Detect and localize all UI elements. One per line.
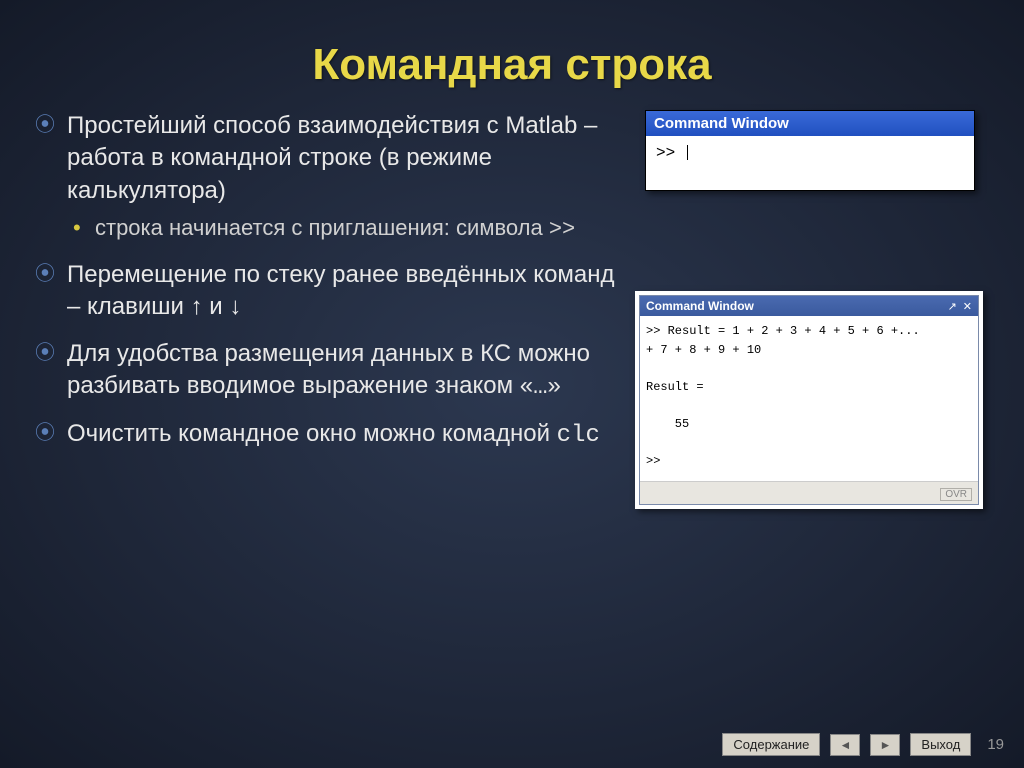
sub-bullet-item: строка начинается с приглашения: символа…	[67, 213, 625, 245]
undock-icon[interactable]: ↗	[948, 300, 957, 313]
ovr-indicator: OVR	[940, 488, 972, 501]
command-window-example: Command Window ↗ ✕ >> Result = 1 + 2 + 3…	[635, 291, 983, 509]
bullet-text: Перемещение по стеку ранее введённых ком…	[67, 261, 615, 320]
contents-button[interactable]: Содержание	[722, 733, 820, 756]
text-cursor-icon	[687, 145, 688, 160]
window-body: >> Result = 1 + 2 + 3 + 4 + 5 + 6 +... +…	[640, 316, 978, 481]
page-number: 19	[987, 736, 1004, 753]
image-column: Command Window >> Command Window ↗ ✕ >> …	[625, 110, 989, 509]
window-statusbar: OVR	[640, 481, 978, 504]
prompt-text: >>	[656, 144, 685, 162]
next-button[interactable]: ►	[870, 734, 900, 756]
slide-title: Командная строка	[0, 0, 1024, 110]
bullet-text: »	[548, 372, 561, 399]
slide-content: Простейший способ взаимодействия с Matla…	[0, 110, 1024, 509]
slide-footer: Содержание ◄ ► Выход 19	[722, 733, 1004, 756]
exit-button[interactable]: Выход	[910, 733, 971, 756]
sub-bullet-text: строка начинается с приглашения: символа	[95, 215, 549, 240]
bullet-text: Для удобства размещения данных в КС можн…	[67, 340, 590, 399]
command-window-simple: Command Window >>	[645, 110, 975, 191]
arrow-left-icon: ◄	[839, 738, 851, 752]
clc-command: clc	[557, 422, 600, 449]
bullet-item: Простейший способ взаимодействия с Matla…	[35, 110, 625, 245]
window-title-text: Command Window	[646, 299, 754, 313]
ellipsis-symbol: …	[533, 374, 547, 401]
bullet-item: Перемещение по стеку ранее введённых ком…	[35, 259, 625, 324]
bullet-item: Очистить командное окно можно комадной c…	[35, 418, 625, 452]
window-titlebar: Command Window ↗ ✕	[640, 296, 978, 316]
prev-button[interactable]: ◄	[830, 734, 860, 756]
bullet-text: Простейший способ взаимодействия с Matla…	[67, 112, 597, 204]
arrow-right-icon: ►	[879, 738, 891, 752]
prompt-symbol: >>	[549, 217, 575, 242]
close-icon[interactable]: ✕	[963, 300, 972, 313]
window-body: >>	[646, 136, 974, 190]
window-titlebar: Command Window	[646, 111, 974, 136]
bullet-text: Очистить командное окно можно комадной	[67, 420, 557, 447]
text-column: Простейший способ взаимодействия с Matla…	[35, 110, 625, 509]
bullet-item: Для удобства размещения данных в КС можн…	[35, 338, 625, 405]
